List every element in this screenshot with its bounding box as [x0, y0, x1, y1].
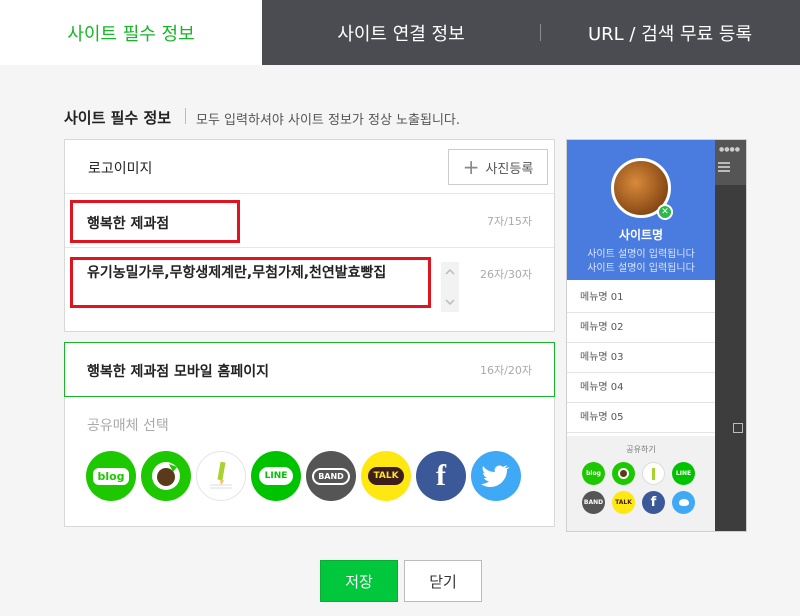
highlight-site-description [70, 257, 431, 308]
blog-icon[interactable]: blog [86, 451, 136, 501]
photo-upload-button[interactable]: + 사진등록 [448, 149, 548, 185]
preview-menu-item: 메뉴명 02 [567, 313, 715, 343]
preview-desc-line1: 사이트 설명이 입력됩니다 [587, 249, 695, 260]
preview-share-label: 공유하기 [626, 445, 656, 454]
tab-bar: 사이트 필수 정보 사이트 연결 정보 URL / 검색 무료 등록 [0, 0, 800, 65]
kakaotalk-icon: TALK [612, 491, 635, 514]
tab-url-search-registration[interactable]: URL / 검색 무료 등록 [540, 0, 800, 65]
share-media-label: 공유매체 선택 [87, 418, 169, 434]
save-button[interactable]: 저장 [320, 560, 398, 602]
chevron-up-icon[interactable] [444, 266, 456, 278]
mobile-homepage-field[interactable]: 행복한 제과점 모바일 홈페이지 16자/20자 [64, 342, 555, 397]
check-icon: ✕ [657, 204, 673, 220]
hamburger-icon [718, 162, 730, 172]
logo-label: 로고이미지 [88, 161, 153, 177]
mobile-homepage-char-count: 16자/20자 [480, 364, 532, 377]
line-icon: LINE [672, 462, 695, 485]
description-scrollbar[interactable] [441, 262, 459, 312]
mobile-homepage-input[interactable]: 행복한 제과점 모바일 홈페이지 [87, 361, 269, 381]
preview-share-area: 공유하기 blog LINE BAND TALK f [567, 436, 715, 531]
mobile-share-form: 행복한 제과점 모바일 홈페이지 16자/20자 공유매체 선택 blog LI… [64, 342, 555, 527]
tab-connection-info[interactable]: 사이트 연결 정보 [262, 0, 540, 65]
preview-menu-item: 메뉴명 01 [567, 283, 715, 313]
preview-site-name: 사이트명 [618, 228, 664, 242]
blog-icon: blog [582, 462, 605, 485]
twitter-icon[interactable] [471, 451, 521, 501]
site-description-char-count: 26자/30자 [480, 268, 532, 281]
cafe-icon [612, 462, 635, 485]
preview-side-panel: ●●●● [715, 140, 746, 531]
highlight-site-name [70, 200, 240, 243]
preview-menu-item: 메뉴명 05 [567, 403, 715, 433]
section-divider [185, 108, 186, 124]
cafe-icon[interactable] [141, 451, 191, 501]
tab-divider [540, 24, 541, 41]
kakaotalk-icon[interactable]: TALK [361, 451, 411, 501]
memo-icon[interactable] [196, 451, 246, 501]
preview-menu-item: 메뉴명 04 [567, 373, 715, 403]
memo-icon [642, 462, 665, 485]
mobile-preview: ✕ 사이트명 사이트 설명이 입력됩니다 사이트 설명이 입력됩니다 메뉴명 0… [566, 139, 747, 532]
plus-icon: + [462, 155, 480, 179]
logo-row: 로고이미지 + 사진등록 [65, 140, 554, 194]
preview-menu-item: 메뉴명 03 [567, 343, 715, 373]
band-icon: BAND [582, 491, 605, 514]
preview-side-top: ●●●● [715, 140, 746, 185]
band-icon[interactable]: BAND [306, 451, 356, 501]
photo-upload-label: 사진등록 [485, 161, 534, 177]
preview-desc-line2: 사이트 설명이 입력됩니다 [587, 263, 695, 274]
facebook-icon: f [642, 491, 665, 514]
share-media-icons: blog LINE BAND TALK f [86, 451, 521, 501]
facebook-icon[interactable]: f [416, 451, 466, 501]
line-icon[interactable]: LINE [251, 451, 301, 501]
close-button[interactable]: 닫기 [404, 560, 482, 602]
checkbox-icon [733, 423, 743, 433]
twitter-icon [672, 491, 695, 514]
site-name-char-count: 7자/15자 [487, 215, 532, 228]
chevron-down-icon[interactable] [444, 296, 456, 308]
signal-icon: ●●●● [719, 146, 740, 153]
preview-header: ✕ 사이트명 사이트 설명이 입력됩니다 사이트 설명이 입력됩니다 [567, 140, 715, 280]
tab-required-info[interactable]: 사이트 필수 정보 [0, 0, 262, 65]
preview-share-icons: blog LINE BAND TALK f [582, 462, 700, 514]
section-description: 모두 입력하셔야 사이트 정보가 정상 노출됩니다. [196, 113, 460, 128]
section-title: 사이트 필수 정보 [64, 109, 172, 127]
